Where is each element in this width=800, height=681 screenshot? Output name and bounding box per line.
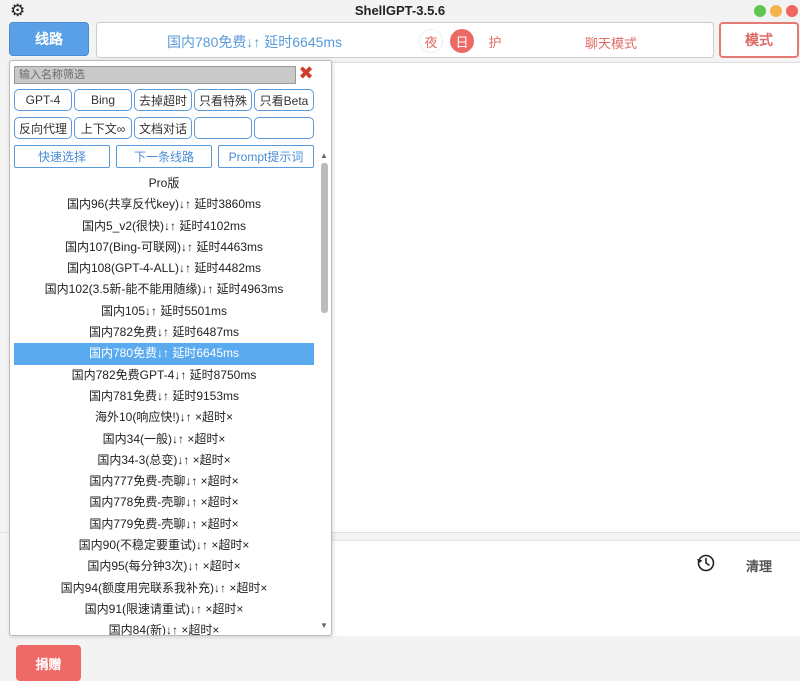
chip-bing[interactable]: Bing xyxy=(74,89,132,111)
route-dropdown: ✖ GPT-4 Bing 去掉超时 只看特殊 只看Beta 反向代理 上下文∞ … xyxy=(9,60,332,636)
chat-area xyxy=(330,62,800,532)
scroll-thumb[interactable] xyxy=(321,163,328,313)
chip-only-special[interactable]: 只看特殊 xyxy=(194,89,252,111)
minimize-button[interactable] xyxy=(770,5,782,17)
title-bar: ⚙ ShellGPT-3.5.6 xyxy=(0,0,800,22)
route-group-header: Pro版 xyxy=(148,176,180,190)
route-item[interactable]: 国内107(Bing-可联网)↓↑ 延时4463ms xyxy=(14,237,314,258)
route-item[interactable]: 国内5_v2(很快)↓↑ 延时4102ms xyxy=(14,216,314,237)
route-item[interactable]: 国内778免费-壳聊↓↑ ×超时× xyxy=(14,492,314,513)
mode-button[interactable]: 模式 xyxy=(719,22,799,58)
route-item[interactable]: 国内782免费↓↑ 延时6487ms xyxy=(14,322,314,343)
route-item[interactable]: 国内94(额度用完联系我补充)↓↑ ×超时× xyxy=(14,578,314,599)
route-item[interactable]: 国内780免费↓↑ 延时6645ms xyxy=(14,343,314,365)
route-item[interactable]: 国内91(限速请重试)↓↑ ×超时× xyxy=(14,599,314,620)
route-item[interactable]: 国内84(新)↓↑ ×超时× xyxy=(14,620,314,635)
next-route-button[interactable]: 下一条线路 xyxy=(116,145,212,168)
chip-context-infinite[interactable]: 上下文∞ xyxy=(74,117,132,139)
chip-only-beta[interactable]: 只看Beta xyxy=(254,89,314,111)
chip-remove-timeout[interactable]: 去掉超时 xyxy=(134,89,192,111)
donate-button[interactable]: 捐赠 xyxy=(16,645,81,681)
scroll-down-icon[interactable]: ▼ xyxy=(318,621,330,631)
route-item[interactable]: 国内34(一般)↓↑ ×超时× xyxy=(14,429,314,450)
close-window-button[interactable] xyxy=(786,5,798,17)
history-icon[interactable] xyxy=(696,553,716,573)
quick-select-button[interactable]: 快速选择 xyxy=(14,145,110,168)
clear-button[interactable]: 清理 xyxy=(746,556,772,575)
route-item[interactable]: 国内782免费GPT-4↓↑ 延时8750ms xyxy=(14,365,314,386)
scroll-up-icon[interactable]: ▲ xyxy=(318,151,330,161)
close-icon[interactable]: ✖ xyxy=(297,63,315,84)
route-item[interactable]: 国内777免费-壳聊↓↑ ×超时× xyxy=(14,471,314,492)
route-item[interactable]: 国内102(3.5新-能不能用随缘)↓↑ 延时4963ms xyxy=(14,279,314,300)
route-item[interactable]: 国内108(GPT-4-ALL)↓↑ 延时4482ms xyxy=(14,258,314,279)
prompt-button[interactable]: Prompt提示词 xyxy=(218,145,314,168)
night-mode-button[interactable]: 夜 xyxy=(419,29,443,53)
route-item[interactable]: 国内779免费-壳聊↓↑ ×超时× xyxy=(14,514,314,535)
chip-doc-chat[interactable]: 文档对话 xyxy=(134,117,192,139)
message-input-area[interactable] xyxy=(330,540,800,636)
route-item[interactable]: 国内105↓↑ 延时5501ms xyxy=(14,301,314,322)
day-mode-button[interactable]: 日 xyxy=(450,29,474,53)
window-title: ShellGPT-3.5.6 xyxy=(354,3,446,18)
chip-empty-1[interactable] xyxy=(194,117,252,139)
route-item[interactable]: 国内34-3(总变)↓↑ ×超时× xyxy=(14,450,314,471)
maximize-button[interactable] xyxy=(754,5,766,17)
eye-care-mode-button[interactable]: 护 xyxy=(483,29,507,53)
route-item[interactable]: 国内96(共享反代key)↓↑ 延时3860ms xyxy=(14,194,314,215)
route-item[interactable]: 国内95(每分钟3次)↓↑ ×超时× xyxy=(14,556,314,577)
route-item[interactable]: 国内90(不稳定要重试)↓↑ ×超时× xyxy=(14,535,314,556)
current-route-label[interactable]: 国内780免费↓↑ 延时6645ms xyxy=(167,32,342,52)
chip-empty-2[interactable] xyxy=(254,117,314,139)
route-list-scrollbar[interactable]: ▲ ▼ xyxy=(318,151,330,631)
route-item[interactable]: 国内781免费↓↑ 延时9153ms xyxy=(14,386,314,407)
route-button[interactable]: 线路 xyxy=(9,22,89,56)
top-panel: 国内780免费↓↑ 延时6645ms 夜 日 护 聊天模式 xyxy=(96,22,714,58)
route-list: Pro版国内96(共享反代key)↓↑ 延时3860ms 国内5_v2(很快)↓↑… xyxy=(14,173,314,635)
chip-reverse-proxy[interactable]: 反向代理 xyxy=(14,117,72,139)
chat-mode-label[interactable]: 聊天模式 xyxy=(585,33,637,52)
route-item[interactable]: 海外10(响应快!)↓↑ ×超时× xyxy=(14,407,314,428)
chip-gpt4[interactable]: GPT-4 xyxy=(14,89,72,111)
route-filter-input[interactable] xyxy=(14,66,296,84)
